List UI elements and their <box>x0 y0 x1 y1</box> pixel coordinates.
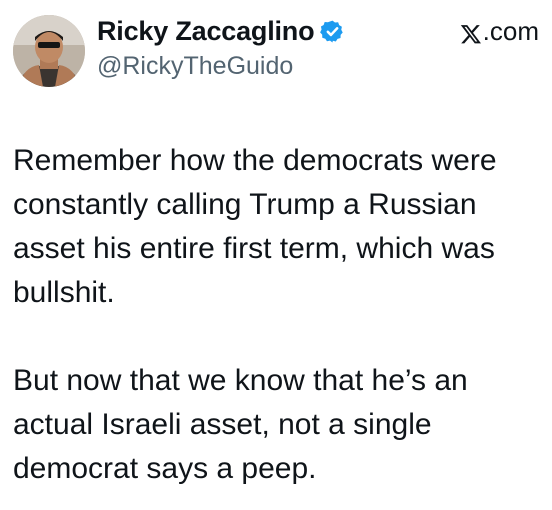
tweet-line: But now that we know that he’s an <box>13 364 468 397</box>
avatar[interactable] <box>13 15 85 87</box>
tweet-paragraph: Remember how the democrats were constant… <box>13 139 543 315</box>
avatar-photo <box>13 15 85 87</box>
tweet-line: constantly calling Trump a Russian <box>13 188 477 221</box>
tweet-line: bullshit. <box>13 276 115 309</box>
author-display-name[interactable]: Ricky Zaccaglino <box>97 16 315 47</box>
tweet-line: Remember how the democrats were <box>13 144 497 177</box>
tweet-paragraph: But now that we know that he’s an actual… <box>13 359 543 491</box>
tweet-card: Ricky Zaccaglino @RickyTheGuido .com Rem… <box>0 0 552 510</box>
verified-badge-icon <box>320 19 345 44</box>
x-logo-icon <box>460 21 482 43</box>
author-name-row[interactable]: Ricky Zaccaglino <box>97 14 345 48</box>
source-domain: .com <box>482 16 539 46</box>
source-label[interactable]: .com <box>460 16 539 47</box>
author-handle[interactable]: @RickyTheGuido <box>97 52 293 81</box>
tweet-line: asset his entire first term, which was <box>13 232 495 265</box>
tweet-text: Remember how the democrats were constant… <box>13 139 543 491</box>
tweet-line: actual Israeli asset, not a single <box>13 408 432 441</box>
tweet-line: democrat says a peep. <box>13 452 317 485</box>
